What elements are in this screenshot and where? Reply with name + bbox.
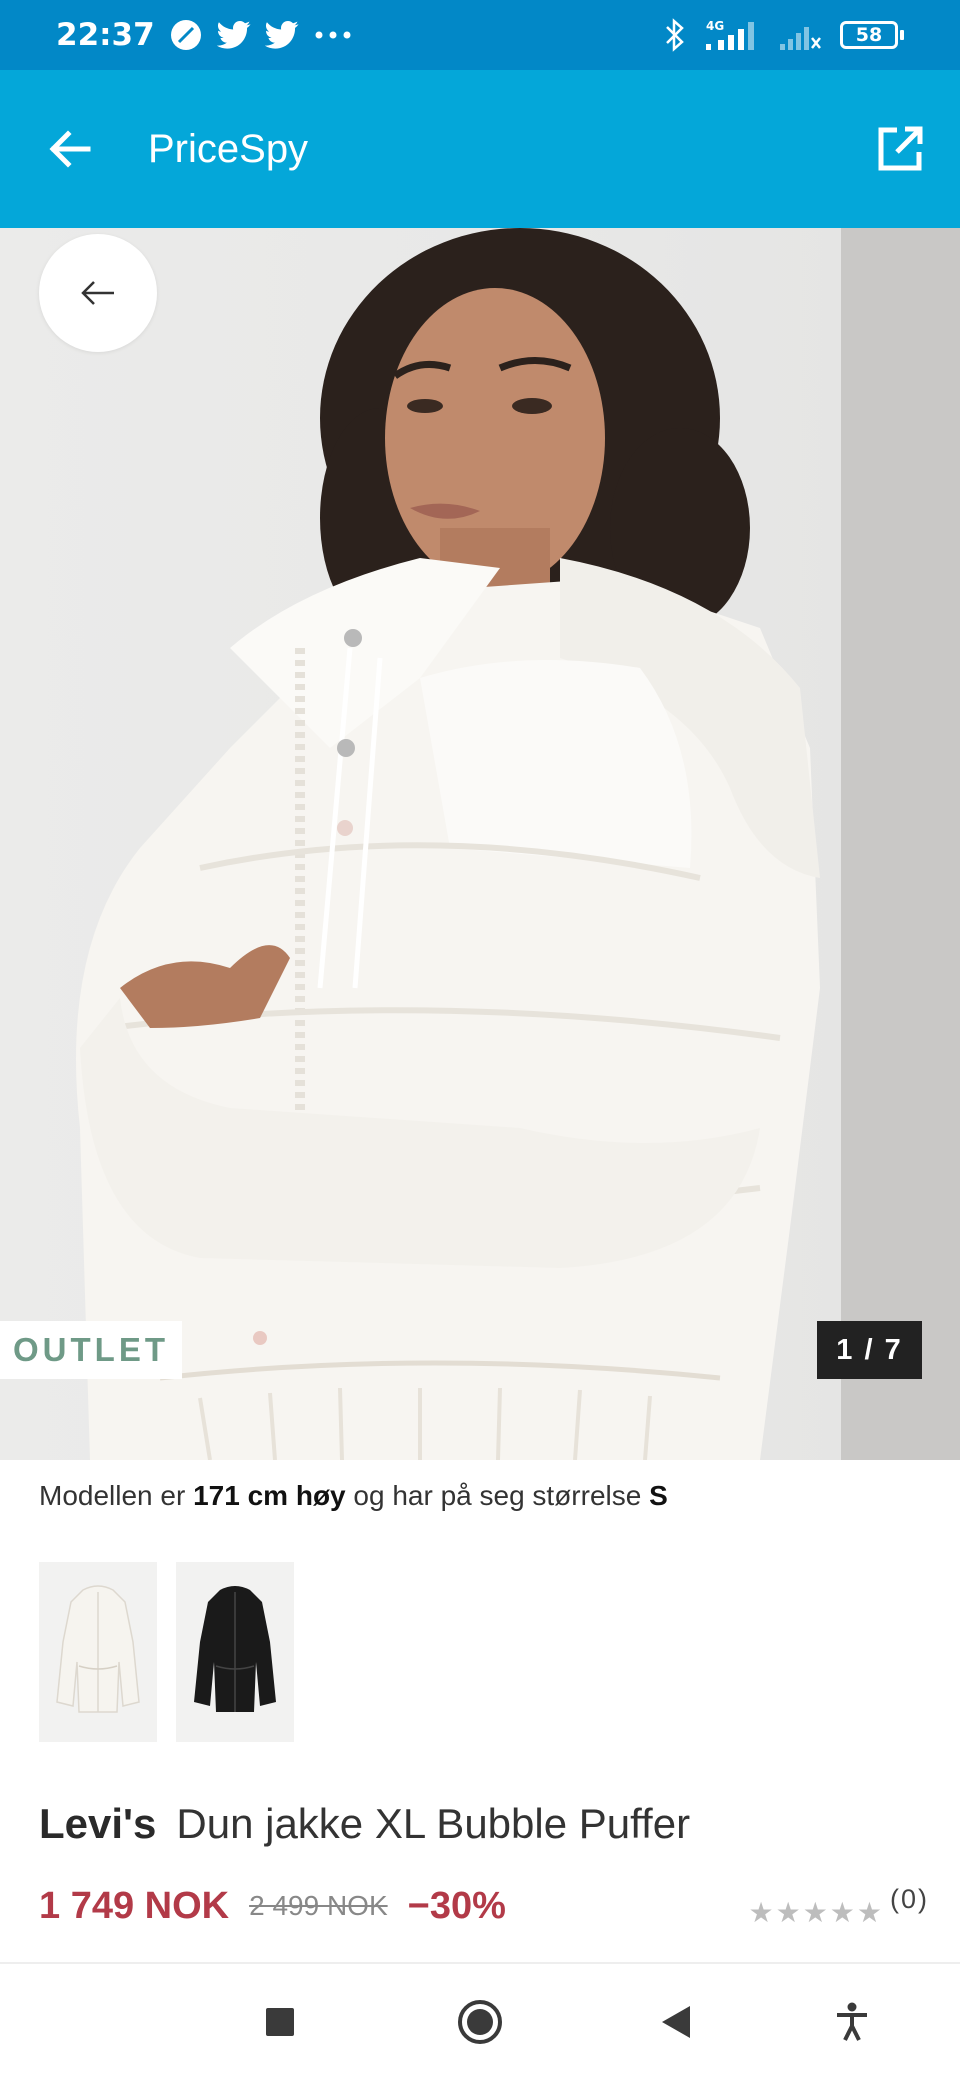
next-image-peek — [841, 228, 960, 1460]
model-info-prefix: Modellen er — [39, 1480, 194, 1511]
color-thumbnails — [39, 1562, 294, 1742]
product-photo — [76, 228, 820, 1460]
status-right: 4G 58 — [664, 18, 904, 52]
rating-count: (0) — [890, 1883, 929, 1914]
thumbnail-black[interactable] — [176, 1562, 294, 1742]
status-left: 22:37 — [56, 17, 353, 53]
bluetooth-icon — [664, 18, 686, 52]
open-external-button[interactable] — [840, 70, 960, 228]
old-price: 2 499 NOK — [249, 1890, 388, 1921]
rating-stars: ★★★★★ — [748, 1896, 884, 1928]
model-info: Modellen er 171 cm høy og har på seg stø… — [39, 1480, 919, 1512]
accessibility-icon — [837, 2002, 867, 2041]
accessibility-button[interactable] — [802, 1964, 902, 2080]
app-title: PriceSpy — [148, 126, 309, 171]
home-button[interactable] — [430, 1964, 530, 2080]
arrow-left-icon — [81, 281, 114, 305]
home-icon — [458, 2000, 502, 2044]
battery-level: 58 — [840, 21, 898, 49]
battery-icon: 58 — [840, 21, 904, 49]
twitter-icon — [264, 20, 299, 50]
status-bar: 22:37 4G 58 — [0, 0, 960, 70]
jacket-white-icon — [56, 1585, 140, 1713]
system-nav-bar — [0, 1964, 960, 2080]
back-button[interactable] — [0, 70, 140, 228]
gallery-back-button[interactable] — [39, 234, 157, 352]
recents-icon — [266, 2008, 294, 2036]
system-back-button[interactable] — [626, 1964, 726, 2080]
rating[interactable]: ★★★★★ (0) — [748, 1884, 929, 1929]
open-external-icon — [878, 126, 923, 171]
price-row: 1 749 NOK 2 499 NOK −30% ★★★★★ (0) — [39, 1876, 929, 1936]
model-height: 171 cm høy — [193, 1480, 346, 1511]
twitter-icon — [216, 20, 251, 50]
model-info-middle: og har på seg størrelse — [345, 1480, 650, 1511]
status-time: 22:37 — [56, 17, 155, 53]
back-icon — [662, 2006, 690, 2038]
network-label: 4G — [706, 19, 724, 33]
product-name: Dun jakke XL Bubble Puffer — [176, 1800, 691, 1847]
app-bar: PriceSpy — [0, 70, 960, 228]
model-size: S — [649, 1480, 668, 1511]
product-image-gallery[interactable]: OUTLET 1 / 7 — [0, 228, 960, 1460]
discount-badge: −30% — [407, 1884, 506, 1927]
signal-icon: 4G — [704, 18, 760, 52]
signal-off-icon — [778, 18, 822, 52]
product-brand[interactable]: Levi's — [39, 1800, 156, 1848]
image-counter: 1 / 7 — [817, 1321, 922, 1379]
thumbnail-white[interactable] — [39, 1562, 157, 1742]
product-title: Levi's Dun jakke XL Bubble Puffer — [39, 1800, 919, 1848]
current-price: 1 749 NOK — [39, 1884, 230, 1927]
jacket-black-icon — [194, 1586, 276, 1712]
more-icon — [313, 30, 353, 40]
arrow-left-icon — [49, 130, 91, 168]
outlet-badge: OUTLET — [0, 1321, 182, 1379]
recents-button[interactable] — [230, 1964, 330, 2080]
speed-icon — [169, 18, 203, 52]
